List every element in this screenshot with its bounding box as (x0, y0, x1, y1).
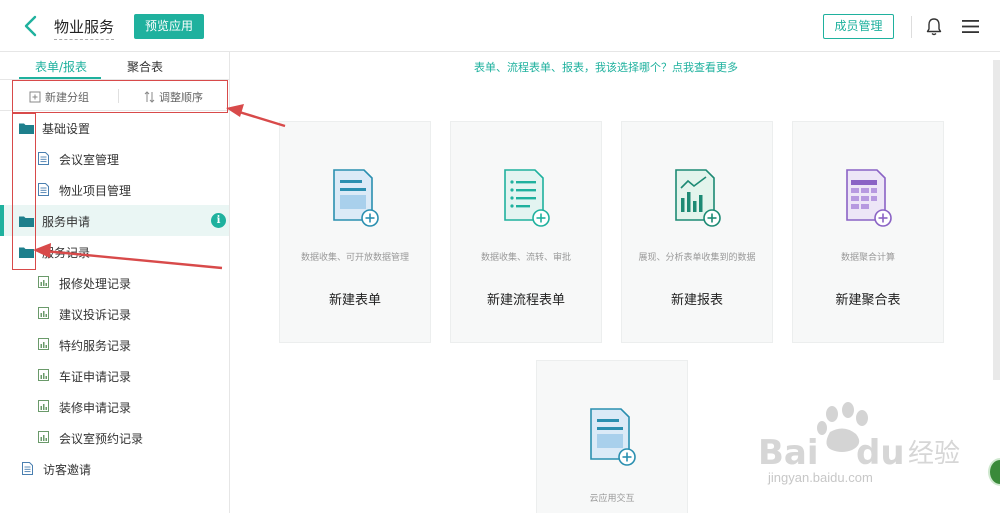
tree-folder-service-records[interactable]: 服务记录 (0, 236, 229, 267)
tree-label: 报修处理记录 (59, 277, 132, 291)
tab-aggregate[interactable]: 聚合表 (127, 58, 163, 75)
sort-icon (144, 91, 155, 103)
tree-label: 物业项目管理 (59, 184, 132, 198)
cloud-interact-icon (590, 408, 636, 466)
report-doc-icon (38, 307, 49, 319)
cloud-interact-card[interactable]: 云应用交互 (536, 360, 688, 513)
card-description: 云应用交互 (589, 494, 635, 504)
tree-label: 车证申请记录 (59, 370, 132, 384)
form-doc-icon (38, 183, 49, 196)
form-doc-icon (22, 462, 33, 475)
app-header: 物业服务 预览应用 成员管理 (0, 0, 1000, 52)
tree-folder-basic-settings[interactable]: 基础设置 (0, 112, 229, 143)
folder-icon (19, 216, 34, 227)
main-content: 表单、流程表单、报表，我该选择哪个？点我查看更多 数据收集、可开放数据管理 新建… (231, 52, 1000, 513)
tree-item-meeting-room[interactable]: 会议室管理 (0, 143, 229, 174)
back-arrow-icon[interactable] (20, 14, 44, 38)
tree-item-meeting-booking-records[interactable]: 会议室预约记录 (0, 422, 229, 453)
report-doc-icon (38, 338, 49, 350)
new-flow-form-card[interactable]: 数据收集、流转、审批 新建流程表单 (450, 121, 602, 343)
new-report-card[interactable]: 展现、分析表单收集到的数据 新建报表 (621, 121, 773, 343)
tree-label: 建议投诉记录 (59, 308, 132, 322)
tree-label: 会议室预约记录 (59, 432, 144, 446)
help-link[interactable]: 表单、流程表单、报表，我该选择哪个？点我查看更多 (474, 59, 738, 75)
tree-label: 服务记录 (42, 246, 91, 260)
card-description: 展现、分析表单收集到的数据 (638, 253, 756, 263)
sidebar-tabs: 表单/报表 聚合表 (0, 52, 229, 80)
tree-item-renovation-records[interactable]: 装修申请记录 (0, 391, 229, 422)
member-management-button[interactable]: 成员管理 (823, 14, 894, 39)
report-doc-icon (38, 369, 49, 381)
tree-label: 装修申请记录 (59, 401, 132, 415)
tree-item-special-service-records[interactable]: 特约服务记录 (0, 329, 229, 360)
card-title: 新建表单 (328, 293, 381, 308)
card-title: 新建流程表单 (486, 293, 565, 308)
scrollbar-track[interactable] (993, 60, 1000, 380)
tree-item-property-project[interactable]: 物业项目管理 (0, 174, 229, 205)
active-tab-indicator (19, 77, 101, 79)
watermark-url: jingyan.baidu.com (768, 470, 873, 485)
report-icon (675, 169, 721, 227)
aggregate-icon (846, 169, 892, 227)
new-group-button[interactable]: 新建分组 (29, 89, 89, 105)
sidebar-toolbar: 新建分组 调整顺序 (0, 81, 229, 111)
bell-icon[interactable] (925, 17, 943, 37)
new-group-label: 新建分组 (45, 91, 89, 104)
info-icon[interactable]: i (211, 213, 226, 228)
toolbar-divider (118, 89, 119, 103)
sidebar: 表单/报表 聚合表 新建分组 调整顺序 基础设置 会议室管理 物业项目管理 服务… (0, 52, 230, 513)
form-doc-icon (38, 152, 49, 165)
new-group-icon (29, 91, 41, 103)
tab-forms-reports[interactable]: 表单/报表 (35, 58, 87, 75)
card-title: 新建聚合表 (835, 293, 901, 308)
preview-app-button[interactable]: 预览应用 (134, 14, 204, 39)
tree-label: 访客邀请 (43, 463, 92, 477)
tree-item-visitor-invite[interactable]: 访客邀请 (0, 453, 229, 484)
header-divider (911, 16, 912, 38)
folder-icon (19, 123, 34, 134)
report-doc-icon (38, 400, 49, 412)
tree-label: 会议室管理 (59, 153, 120, 167)
new-form-card[interactable]: 数据收集、可开放数据管理 新建表单 (279, 121, 431, 343)
app-title[interactable]: 物业服务 (54, 16, 115, 40)
form-icon (333, 169, 379, 227)
card-description: 数据收集、流转、审批 (480, 253, 571, 263)
new-aggregate-card[interactable]: 数据聚合计算 新建聚合表 (792, 121, 944, 343)
reorder-button[interactable]: 调整顺序 (144, 89, 203, 105)
hamburger-menu-icon[interactable] (962, 19, 979, 34)
reorder-label: 调整顺序 (159, 91, 203, 104)
report-doc-icon (38, 431, 49, 443)
tree-item-repair-records[interactable]: 报修处理记录 (0, 267, 229, 298)
tree-folder-service-request[interactable]: 服务申请 i (0, 205, 229, 236)
card-description: 数据聚合计算 (840, 253, 895, 263)
tree-label: 基础设置 (42, 122, 91, 136)
card-title: 新建报表 (670, 293, 723, 308)
tree-label: 服务申请 (42, 215, 91, 229)
card-description: 数据收集、可开放数据管理 (300, 253, 409, 263)
report-doc-icon (38, 276, 49, 288)
tree-label: 特约服务记录 (59, 339, 132, 353)
tree-item-vehicle-pass-records[interactable]: 车证申请记录 (0, 360, 229, 391)
tree-item-complaint-records[interactable]: 建议投诉记录 (0, 298, 229, 329)
selection-indicator (0, 205, 4, 236)
folder-icon (19, 247, 34, 258)
flow-form-icon (504, 169, 550, 227)
